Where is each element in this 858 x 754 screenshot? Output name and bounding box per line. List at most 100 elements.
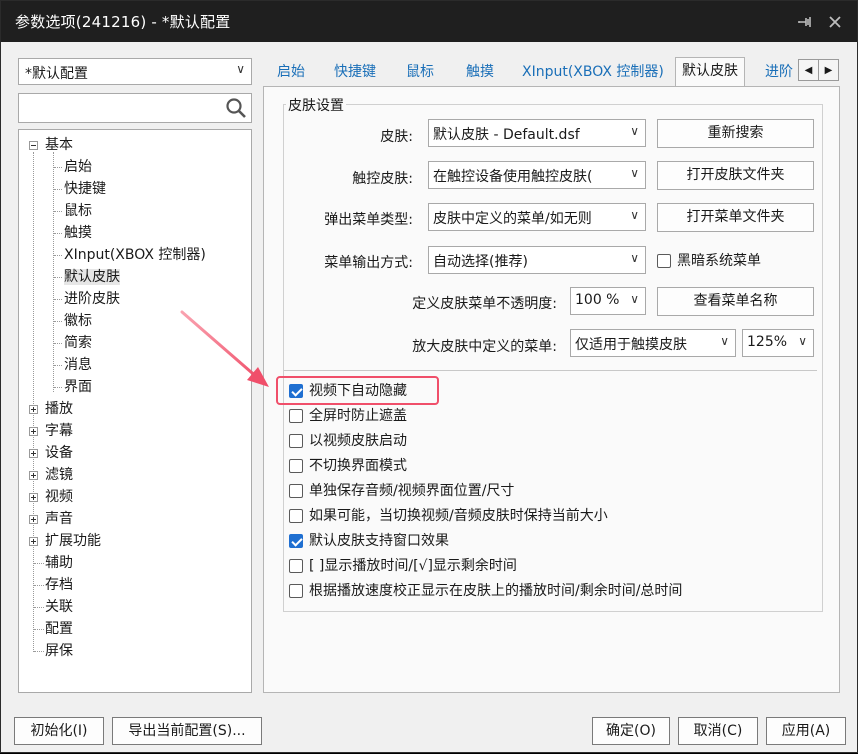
popup-menu-label: 弹出菜单类型: <box>324 212 413 228</box>
chevron-down-icon: ∨ <box>630 166 639 180</box>
apply-button[interactable]: 应用(A) <box>766 717 846 745</box>
tab-start[interactable]: 启始 <box>271 59 311 87</box>
tab-touch[interactable]: 触摸 <box>460 59 500 87</box>
window-title: 参数选项(241216) - *默认配置 <box>15 13 231 31</box>
group-title: 皮肤设置 <box>286 95 346 115</box>
settings-tree: 基本 启始 快捷键 鼠标 触摸 XInput(XBOX 控制器) 默认皮肤 进阶… <box>18 129 252 693</box>
option-label: [ ]显示播放时间/[√]显示剩余时间 <box>309 558 517 574</box>
profile-select-value: *默认配置 <box>25 66 88 82</box>
init-button[interactable]: 初始化(I) <box>14 717 104 745</box>
expand-icon[interactable] <box>29 449 38 458</box>
checkbox-box[interactable] <box>289 509 303 523</box>
tab-default-skin[interactable]: 默认皮肤 <box>675 57 745 87</box>
chevron-down-icon: ∨ <box>630 292 639 306</box>
chevron-down-icon: ∨ <box>720 334 729 348</box>
checkbox-box[interactable] <box>289 534 303 548</box>
profile-select[interactable]: *默认配置 ∨ <box>18 58 252 85</box>
tree-item-message[interactable]: 消息 <box>64 354 92 376</box>
open-skin-folder-button[interactable]: 打开皮肤文件夹 <box>657 161 814 190</box>
dark-menu-checkbox-label: 黑暗系统菜单 <box>677 253 761 269</box>
checkbox-box[interactable] <box>289 459 303 473</box>
popup-menu-select-value: 皮肤中定义的菜单/如无则 <box>433 211 592 227</box>
ok-button[interactable]: 确定(O) <box>592 717 670 745</box>
enlarge-percent-select-value: 125% <box>747 334 788 350</box>
tree-item-interface[interactable]: 界面 <box>64 376 92 398</box>
search-icon[interactable] <box>225 97 247 123</box>
checkbox-box[interactable] <box>289 484 303 498</box>
tree-item-config[interactable]: 配置 <box>45 618 73 640</box>
chevron-down-icon: ∨ <box>630 251 639 265</box>
touch-skin-select-value: 在触控设备使用触控皮肤( <box>433 169 593 185</box>
expand-icon[interactable] <box>29 537 38 546</box>
expand-icon[interactable] <box>29 471 38 480</box>
annotation-highlight <box>276 376 439 405</box>
expand-icon[interactable] <box>29 493 38 502</box>
tree-item-screensaver[interactable]: 屏保 <box>45 640 73 662</box>
tree-item-archive[interactable]: 存档 <box>45 574 73 596</box>
chevron-down-icon: ∨ <box>630 124 639 138</box>
skin-select[interactable]: 默认皮肤 - Default.dsf ∨ <box>428 119 646 147</box>
tree-item-xinput[interactable]: XInput(XBOX 控制器) <box>64 244 206 266</box>
tree-item-hotkeys[interactable]: 快捷键 <box>64 178 106 200</box>
tree-item-default-skin[interactable]: 默认皮肤 <box>64 266 120 288</box>
option-label: 不切换界面模式 <box>309 458 407 474</box>
touch-skin-select[interactable]: 在触控设备使用触控皮肤( ∨ <box>428 161 646 189</box>
option-label: 默认皮肤支持窗口效果 <box>309 533 449 549</box>
checkbox-box[interactable] <box>289 584 303 598</box>
option-label: 如果可能，当切换视频/音频皮肤时保持当前大小 <box>309 508 608 524</box>
tree-item-association[interactable]: 关联 <box>45 596 73 618</box>
cancel-button[interactable]: 取消(C) <box>678 717 758 745</box>
tab-scroll-right-icon[interactable]: ▶ <box>818 59 839 81</box>
tab-mouse[interactable]: 鼠标 <box>400 59 440 87</box>
checkbox-box[interactable] <box>289 409 303 423</box>
tree-guide-line <box>53 152 54 392</box>
menu-output-select[interactable]: 自动选择(推荐) ∨ <box>428 246 646 274</box>
tab-bar: 启始 快捷键 鼠标 触摸 XInput(XBOX 控制器) 默认皮肤 进阶 <box>263 57 813 87</box>
dark-menu-checkbox-box[interactable] <box>657 254 671 268</box>
tree-item-brief[interactable]: 简索 <box>64 332 92 354</box>
expand-icon[interactable] <box>29 405 38 414</box>
checkbox-box[interactable] <box>289 559 303 573</box>
collapse-icon[interactable] <box>29 141 38 150</box>
expand-icon[interactable] <box>29 427 38 436</box>
tree-item-touch[interactable]: 触摸 <box>64 222 92 244</box>
chevron-down-icon: ∨ <box>236 62 245 76</box>
preferences-window: 参数选项(241216) - *默认配置 *默认配置 ∨ 基本 启始 快捷键 鼠… <box>0 0 858 753</box>
opacity-select-value: 100 % <box>575 292 620 308</box>
pin-icon[interactable] <box>791 9 817 35</box>
option-label: 根据播放速度校正显示在皮肤上的播放时间/剩余时间/总时间 <box>309 583 683 599</box>
expand-icon[interactable] <box>29 515 38 524</box>
opacity-label: 定义皮肤菜单不透明度: <box>412 296 557 312</box>
option-label: 单独保存音频/视频界面位置/尺寸 <box>309 483 515 499</box>
menu-output-select-value: 自动选择(推荐) <box>433 254 528 270</box>
rescan-button[interactable]: 重新搜索 <box>657 119 814 148</box>
tree-guide-line <box>33 152 34 652</box>
checkbox-box[interactable] <box>289 434 303 448</box>
export-config-button[interactable]: 导出当前配置(S)... <box>112 717 262 745</box>
tree-item-logo[interactable]: 徽标 <box>64 310 92 332</box>
touch-skin-label: 触控皮肤: <box>352 171 413 187</box>
view-menu-names-button[interactable]: 查看菜单名称 <box>657 287 814 316</box>
menu-output-label: 菜单输出方式: <box>324 255 413 271</box>
chevron-down-icon: ∨ <box>630 208 639 222</box>
skin-label: 皮肤: <box>380 129 413 145</box>
enlarge-menu-label: 放大皮肤中定义的菜单: <box>412 339 557 355</box>
search-input[interactable] <box>18 93 252 123</box>
tab-hotkeys[interactable]: 快捷键 <box>328 59 382 87</box>
close-icon[interactable] <box>822 9 848 35</box>
open-menu-folder-button[interactable]: 打开菜单文件夹 <box>657 203 814 232</box>
enlarge-menu-select[interactable]: 仅适用于触摸皮肤 ∨ <box>570 329 736 357</box>
option-label: 全屏时防止遮盖 <box>309 408 407 424</box>
tree-item-start[interactable]: 启始 <box>64 156 92 178</box>
popup-menu-select[interactable]: 皮肤中定义的菜单/如无则 ∨ <box>428 203 646 231</box>
tree-item-mouse[interactable]: 鼠标 <box>64 200 92 222</box>
tab-scroll-left-icon[interactable]: ◀ <box>798 59 819 81</box>
tree-item-advanced-skin[interactable]: 进阶皮肤 <box>64 288 120 310</box>
opacity-select[interactable]: 100 % ∨ <box>570 287 646 315</box>
tab-xinput[interactable]: XInput(XBOX 控制器) <box>516 59 670 87</box>
chevron-down-icon: ∨ <box>798 334 807 348</box>
skin-select-value: 默认皮肤 - Default.dsf <box>433 127 580 143</box>
tab-advanced-skin[interactable]: 进阶 <box>759 59 799 87</box>
enlarge-percent-select[interactable]: 125% ∨ <box>742 329 814 357</box>
tree-item-assist[interactable]: 辅助 <box>45 552 73 574</box>
